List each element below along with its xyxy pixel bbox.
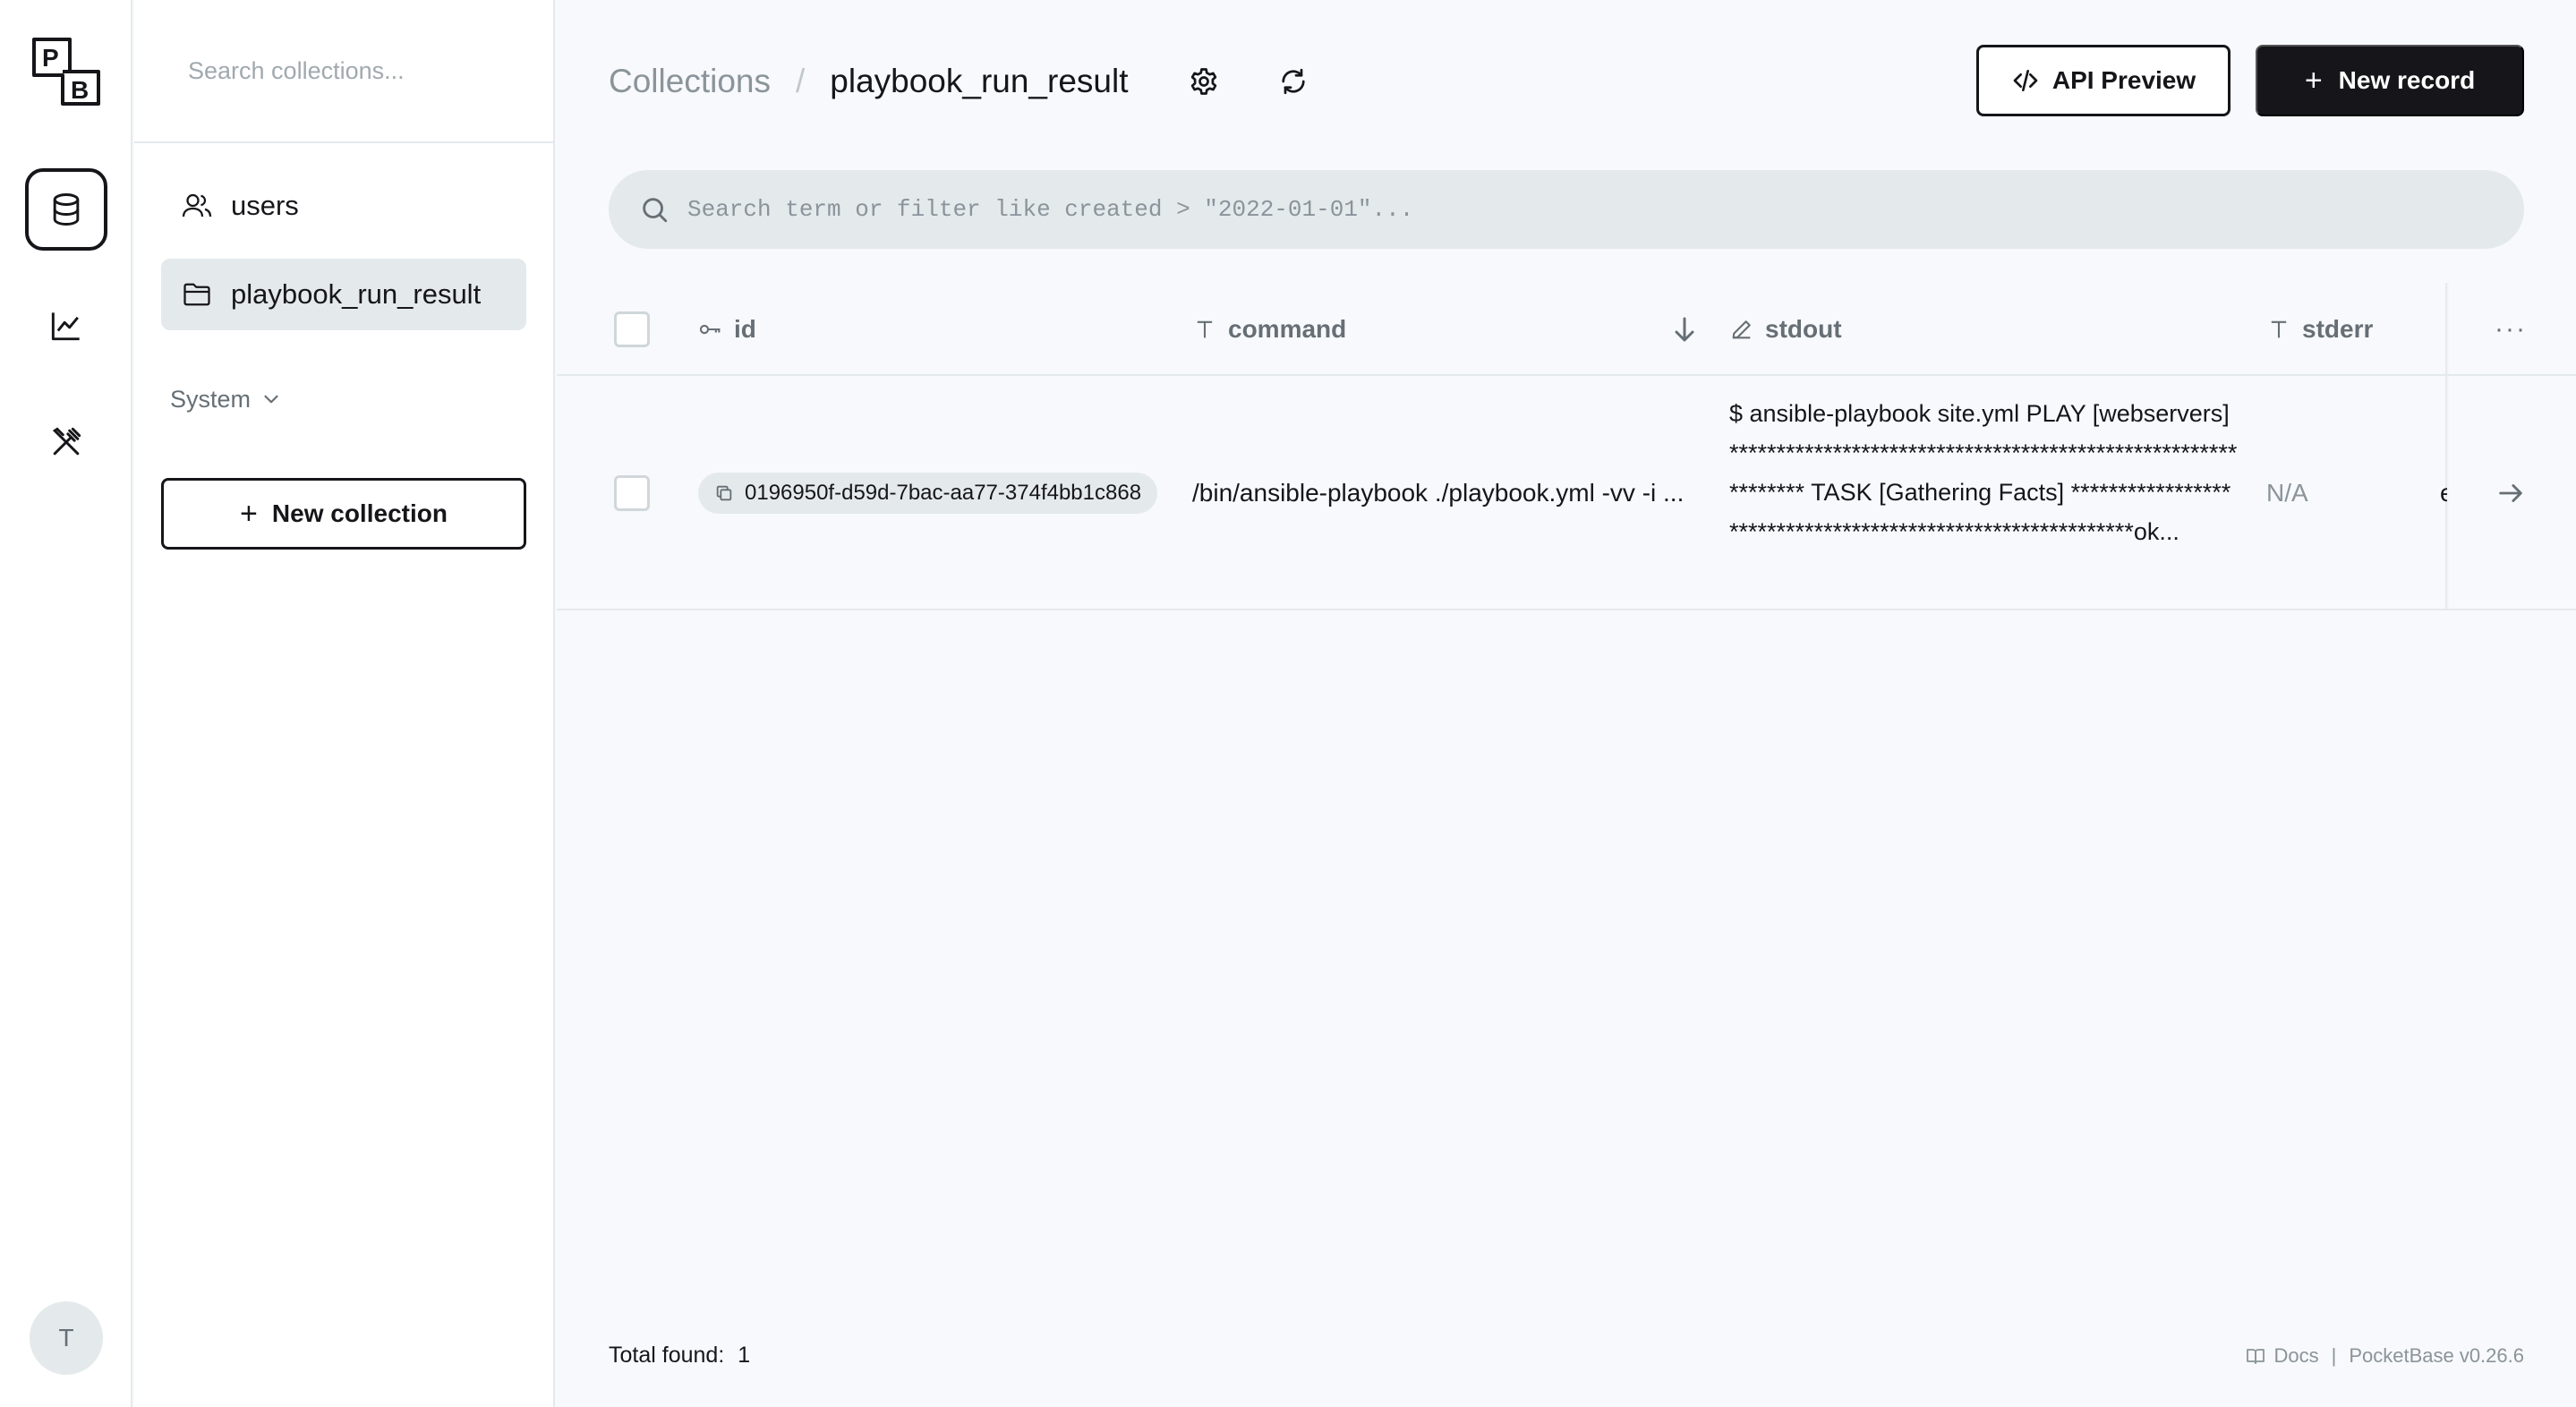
user-avatar[interactable]: T <box>30 1301 103 1375</box>
version-link[interactable]: PocketBase v0.26.6 <box>2349 1344 2524 1368</box>
total-count: 1 <box>738 1343 751 1368</box>
chart-line-icon <box>51 312 80 341</box>
copy-icon <box>716 485 732 501</box>
collection-settings-button[interactable] <box>1181 59 1226 104</box>
breadcrumb-collections[interactable]: Collections <box>609 63 771 100</box>
gear-icon <box>1190 68 1217 95</box>
sidebar-item-playbook-run-result[interactable]: playbook_run_result <box>161 259 526 330</box>
page-title: playbook_run_result <box>830 63 1129 99</box>
nav-logs-button[interactable] <box>25 285 107 367</box>
row-checkbox-cell <box>614 475 650 511</box>
api-preview-label: API Preview <box>2051 66 2196 94</box>
api-preview-button[interactable]: API Preview <box>1976 45 2231 116</box>
tools-icon <box>52 427 81 456</box>
plus-icon: + <box>2304 63 2323 98</box>
docs-link[interactable]: Docs <box>2273 1344 2318 1368</box>
open-record-button[interactable] <box>2445 376 2576 610</box>
select-all-checkbox-cell <box>614 311 650 347</box>
sidebar-item-users[interactable]: users <box>161 170 526 242</box>
sidebar-item-label: users <box>231 190 299 221</box>
stderr-value: N/A <box>2266 479 2308 507</box>
editor-icon <box>1729 317 1754 342</box>
main-content: Collections / playbook_run_result API Pr… <box>557 0 2576 1407</box>
column-header-stderr[interactable]: stderr <box>2266 311 2373 347</box>
column-header-id[interactable]: id <box>698 311 756 347</box>
app-navbar: P B T <box>0 0 132 1407</box>
stderr-cell: N/A <box>2266 474 2308 512</box>
copy-id-pill[interactable]: 0196950f-d59d-7bac-aa77-374f4bb1c868 <box>698 473 1158 514</box>
total-found: Total found: 1 <box>609 1343 750 1369</box>
stdout-value: $ ansible-playbook site.yml PLAY [webser… <box>1729 400 2238 545</box>
column-label: command <box>1228 315 1347 343</box>
folder-icon <box>183 283 210 306</box>
code-icon <box>2013 70 2038 91</box>
refresh-icon <box>1282 68 1305 95</box>
nav-collections-button[interactable] <box>25 168 107 251</box>
table-header: id command stdout stderr ··· <box>557 283 2576 376</box>
refresh-button[interactable] <box>1271 59 1316 104</box>
column-label: id <box>734 315 756 343</box>
new-collection-button[interactable]: + New collection <box>161 478 526 550</box>
new-record-label: New record <box>2338 66 2476 94</box>
more-icon: ··· <box>2495 314 2527 344</box>
footer-links: Docs | PocketBase v0.26.6 <box>2245 1344 2524 1368</box>
breadcrumb-separator: / <box>795 63 806 99</box>
database-icon <box>53 193 80 226</box>
footer-separator: | <box>2331 1344 2337 1367</box>
sidebar-item-label: playbook_run_result <box>231 278 482 310</box>
command-value: /bin/ansible-playbook ./playbook.yml -vv… <box>1192 479 1685 507</box>
collections-search-input[interactable] <box>188 56 528 85</box>
new-record-button[interactable]: + New record <box>2256 45 2524 116</box>
select-all-checkbox[interactable] <box>614 311 650 347</box>
avatar-initial: T <box>58 1324 74 1352</box>
columns-options-button[interactable]: ··· <box>2445 283 2576 376</box>
arrow-down-icon[interactable] <box>1668 313 1701 345</box>
search-icon <box>643 198 668 223</box>
system-label: System <box>170 385 252 413</box>
column-label: stderr <box>2302 315 2374 343</box>
breadcrumb: Collections / playbook_run_result <box>609 59 1128 104</box>
column-header-stdout[interactable]: stdout <box>1729 311 1842 347</box>
records-search-input[interactable] <box>687 196 2388 223</box>
collections-search-wrapper <box>134 0 553 143</box>
column-label: stdout <box>1765 315 1842 343</box>
book-icon <box>2247 1349 2265 1364</box>
id-cell: 0196950f-d59d-7bac-aa77-374f4bb1c868 <box>698 473 1158 514</box>
stdout-cell: $ ansible-playbook site.yml PLAY [webser… <box>1729 394 2239 551</box>
nav-settings-button[interactable] <box>25 401 107 483</box>
text-icon <box>2266 317 2291 342</box>
command-cell: /bin/ansible-playbook ./playbook.yml -vv… <box>1192 474 1711 512</box>
new-collection-label: New collection <box>271 499 448 527</box>
column-header-command[interactable]: command <box>1192 311 1346 347</box>
row-checkbox[interactable] <box>614 475 650 511</box>
table-row[interactable]: 0196950f-d59d-7bac-aa77-374f4bb1c868 /bi… <box>557 376 2576 610</box>
collections-sidebar: users playbook_run_result System + New c… <box>134 0 555 1407</box>
plus-icon: + <box>240 496 258 531</box>
text-icon <box>1192 317 1217 342</box>
logo-letter-b: B <box>71 76 89 104</box>
total-label: Total found: <box>609 1343 725 1368</box>
arrow-right-icon <box>2499 484 2522 502</box>
record-id: 0196950f-d59d-7bac-aa77-374f4bb1c868 <box>745 481 1142 505</box>
records-search-bar <box>609 170 2524 249</box>
logo-letter-p: P <box>42 44 59 72</box>
pocketbase-logo[interactable]: P B <box>30 36 102 107</box>
key-icon <box>698 317 723 342</box>
users-icon <box>182 193 212 217</box>
chevron-down-icon <box>264 395 278 404</box>
system-collections-toggle[interactable]: System <box>170 381 283 417</box>
